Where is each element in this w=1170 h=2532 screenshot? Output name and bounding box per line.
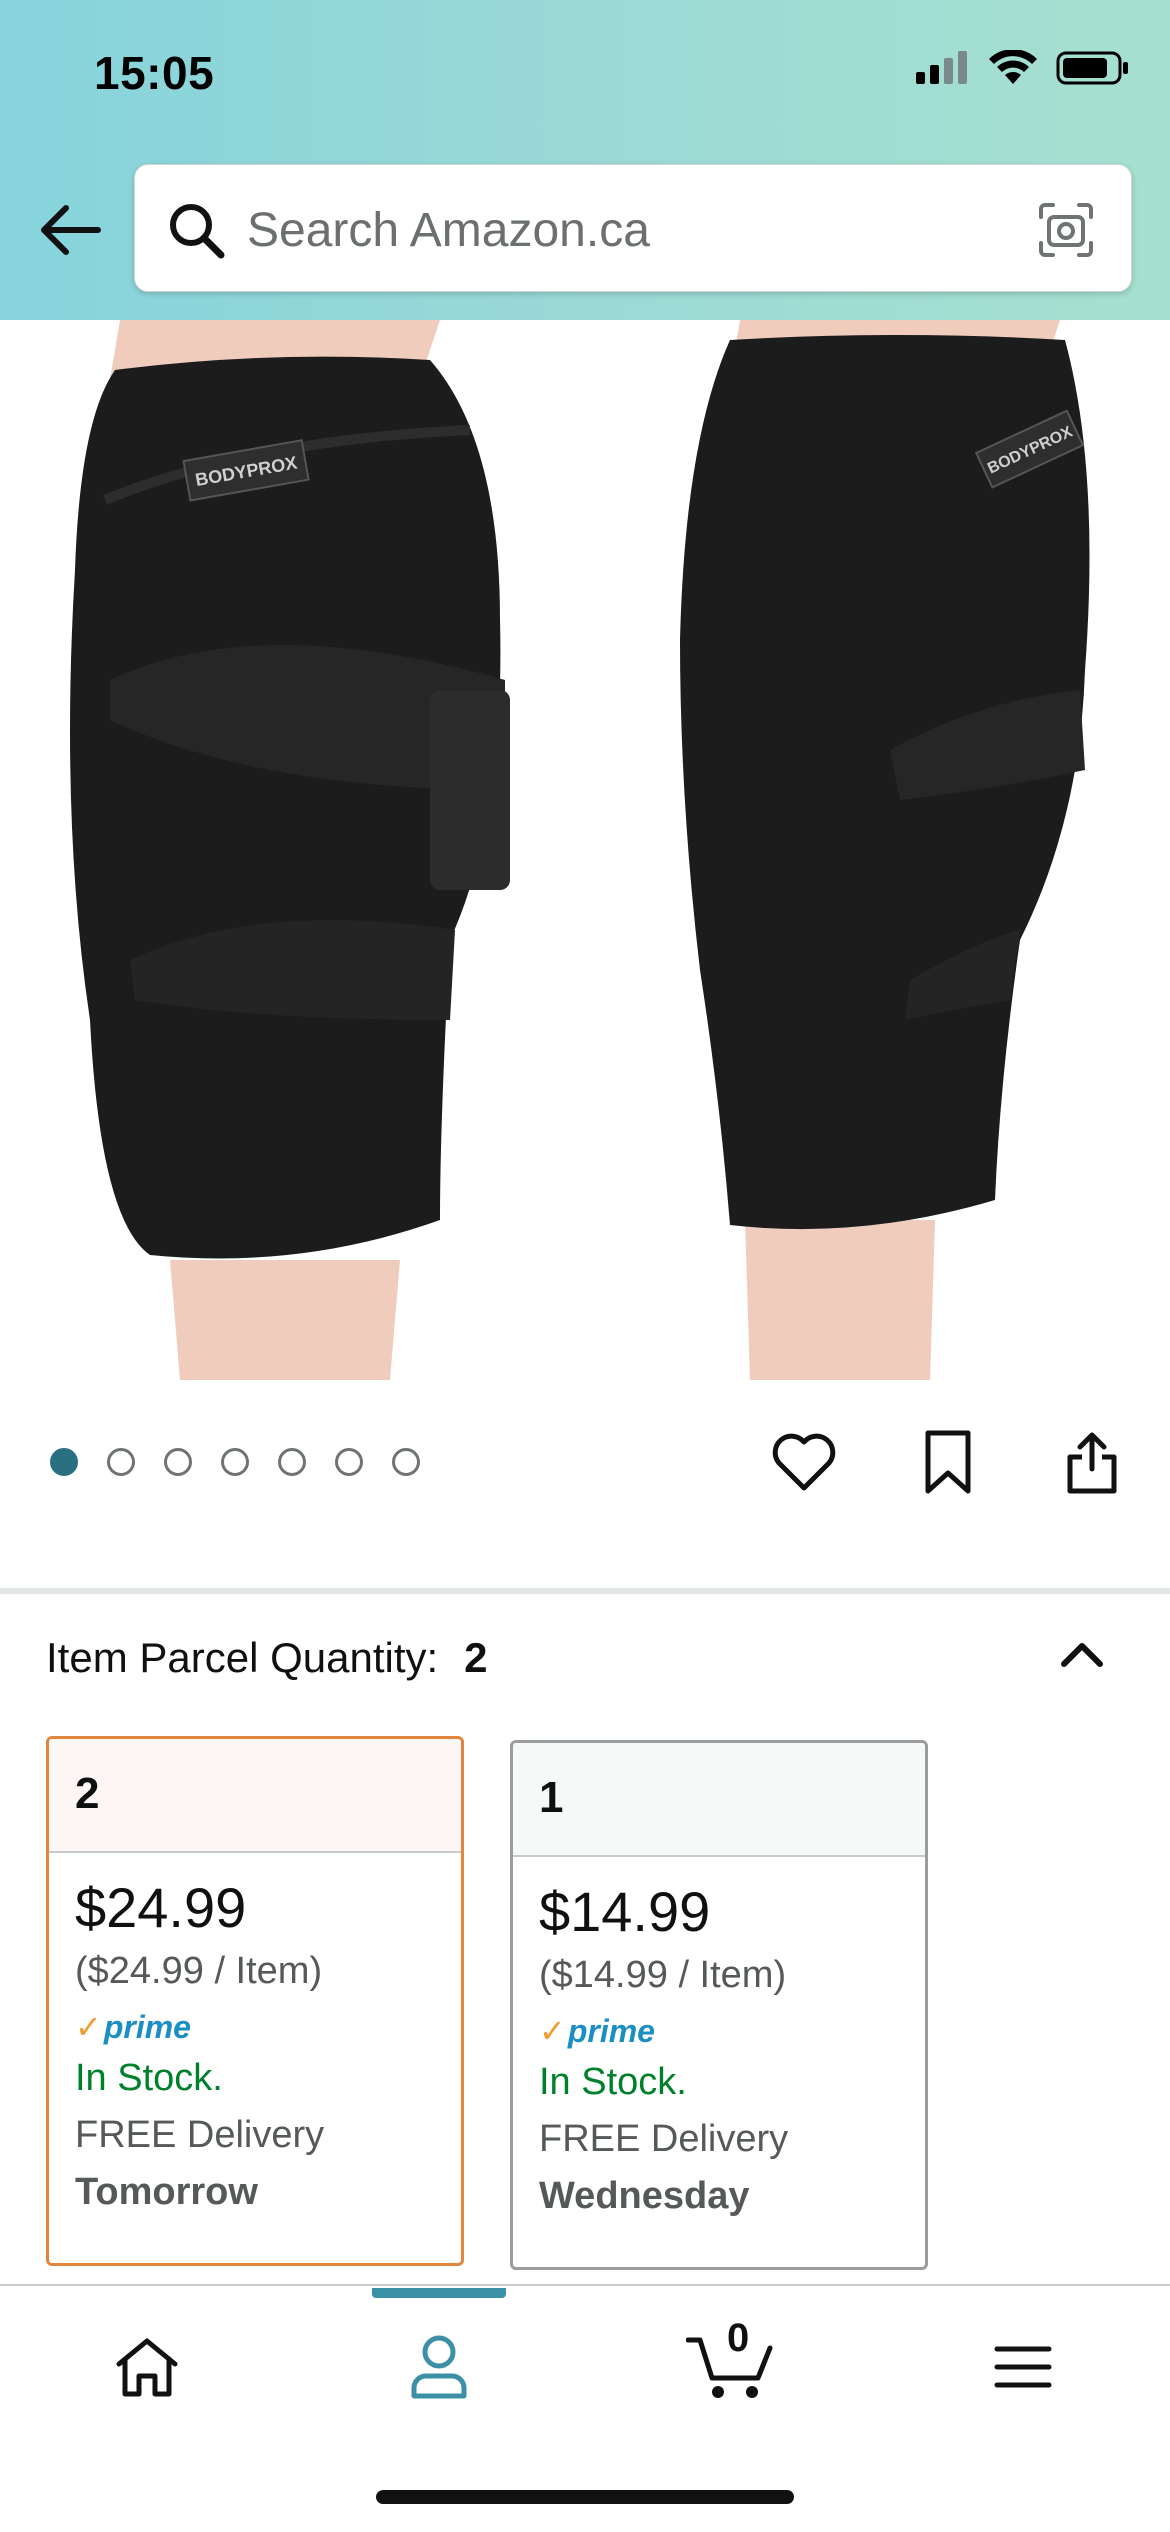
battery-icon: [1056, 51, 1128, 85]
quantity-label: Item Parcel Quantity:: [46, 1634, 439, 1681]
image-dot-5[interactable]: [278, 1448, 306, 1476]
home-indicator: [376, 2490, 794, 2504]
image-dot-4[interactable]: [221, 1448, 249, 1476]
active-tab-indicator: [372, 2288, 506, 2298]
stock-status: In Stock.: [75, 2057, 223, 2099]
wifi-icon: [989, 50, 1037, 84]
calf-sleeves-image: BODYPROX BODYPROX: [70, 320, 1090, 1380]
cart-count: 0: [727, 2316, 750, 2360]
nav-menu[interactable]: [978, 2322, 1068, 2412]
search-input[interactable]: Search Amazon.ca: [247, 203, 650, 258]
quantity-option-2[interactable]: 2 $24.99 ($24.99 / Item) ✓ prime In Stock…: [46, 1736, 464, 2266]
share-icon: [1067, 1432, 1117, 1494]
option-per-item-price: ($14.99 / Item): [539, 1954, 787, 1996]
nav-home[interactable]: [102, 2322, 192, 2412]
back-arrow-icon: [41, 205, 101, 255]
bookmark-icon: [925, 1430, 971, 1494]
option-per-item-price: ($24.99 / Item): [75, 1950, 323, 1992]
product-image[interactable]: BODYPROX BODYPROX: [0, 320, 1170, 1380]
home-icon: [116, 2338, 178, 2397]
account-icon: [411, 2335, 467, 2399]
option-price: $24.99: [75, 1876, 247, 1939]
image-dot-3[interactable]: [164, 1448, 192, 1476]
back-button[interactable]: [30, 190, 110, 270]
prime-badge: ✓ prime: [75, 2008, 191, 2046]
save-button[interactable]: [910, 1424, 986, 1500]
search-icon: [170, 204, 225, 259]
image-dot-2[interactable]: [107, 1448, 135, 1476]
image-pagination[interactable]: [50, 1448, 420, 1476]
heart-icon: [772, 1433, 836, 1491]
option-qty: 2: [49, 1739, 461, 1853]
prime-check-icon: ✓: [75, 2009, 102, 2045]
delivery-day: Tomorrow: [75, 2171, 258, 2213]
share-button[interactable]: [1054, 1424, 1130, 1500]
wishlist-button[interactable]: [766, 1424, 842, 1500]
prime-check-icon: ✓: [539, 2013, 566, 2049]
camera-search-icon[interactable]: [1035, 199, 1097, 261]
section-divider: [0, 1588, 1170, 1594]
header: 15:05 Search Amazon.ca: [0, 0, 1170, 320]
nav-account[interactable]: [394, 2322, 484, 2412]
search-bar[interactable]: Search Amazon.ca: [134, 164, 1132, 292]
prime-badge: ✓ prime: [539, 2012, 655, 2050]
status-time: 15:05: [94, 47, 215, 99]
stock-status: In Stock.: [539, 2061, 687, 2103]
cellular-signal-icon: [916, 51, 967, 84]
image-dot-7[interactable]: [392, 1448, 420, 1476]
image-dot-6[interactable]: [335, 1448, 363, 1476]
option-price: $14.99: [539, 1880, 711, 1943]
image-dot-1[interactable]: [50, 1448, 78, 1476]
delivery-info: FREE Delivery: [75, 2114, 325, 2156]
quantity-option-1[interactable]: 1 $14.99 ($14.99 / Item) ✓ prime In Stock…: [510, 1740, 928, 2270]
delivery-info: FREE Delivery: [539, 2118, 789, 2160]
delivery-day: Wednesday: [539, 2175, 750, 2217]
option-qty: 1: [513, 1743, 925, 1857]
quantity-value: 2: [464, 1634, 488, 1681]
quantity-selector-header: Item Parcel Quantity: 2: [46, 1634, 488, 1682]
chevron-up-icon[interactable]: [1052, 1624, 1112, 1684]
status-icons: [914, 50, 1130, 86]
menu-icon: [994, 2346, 1052, 2388]
